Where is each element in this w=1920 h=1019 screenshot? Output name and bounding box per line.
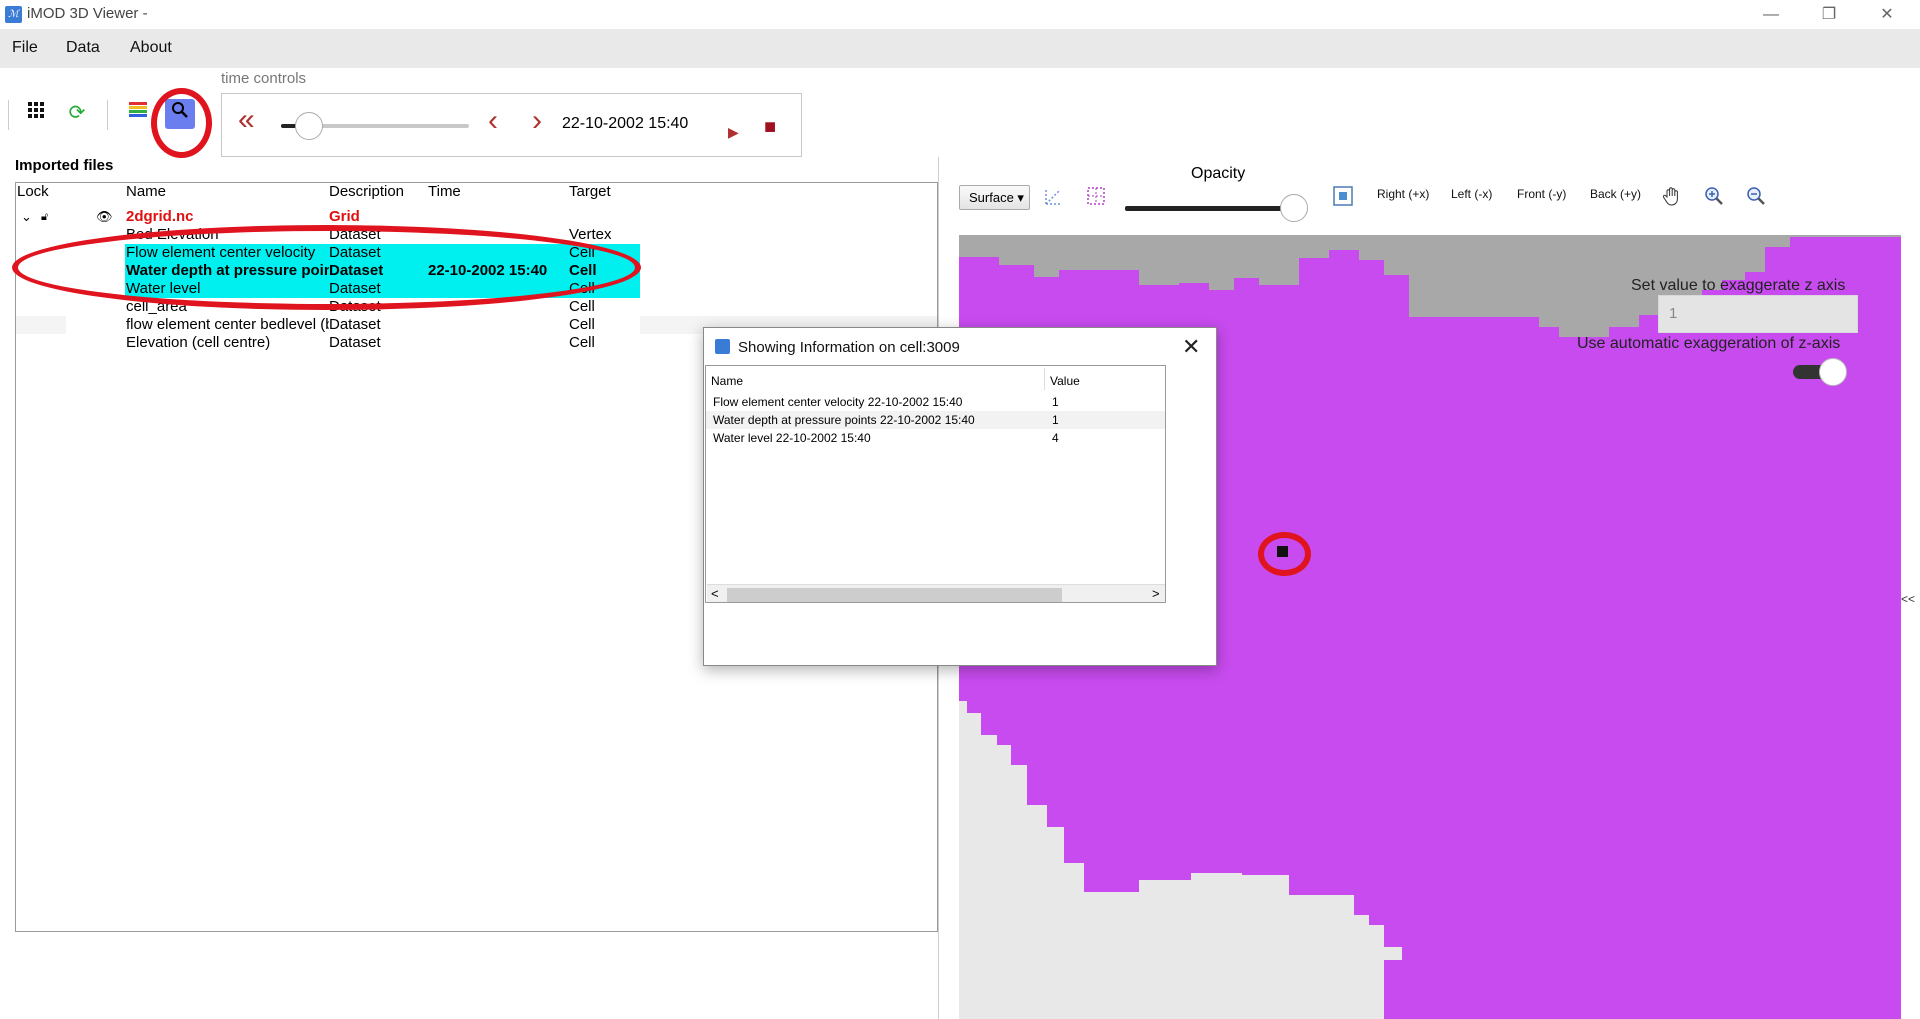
collapse-panel-button[interactable]: << — [1901, 592, 1915, 606]
scrollbar-thumb[interactable] — [727, 588, 1062, 602]
opacity-slider-handle[interactable] — [1280, 194, 1308, 222]
file-row-target: Cell — [569, 334, 595, 351]
time-controls-panel: « ‹ › 22-10-2002 15:40 ▶ ■ — [221, 93, 802, 157]
horizontal-scrollbar[interactable]: < > — [707, 584, 1165, 602]
title-bar: ℳ iMOD 3D Viewer - — ❐ ✕ — [0, 0, 1920, 29]
file-row-target: Cell — [569, 316, 595, 333]
window-title: iMOD 3D Viewer - — [27, 5, 148, 22]
z-exaggeration-input[interactable]: 1 — [1658, 295, 1858, 333]
info-row-name: Water level 22-10-2002 15:40 — [713, 431, 871, 445]
grid-icon[interactable] — [21, 98, 51, 128]
cell-info-dialog: Showing Information on cell:3009 ✕ Name … — [703, 327, 1217, 666]
current-time-display: 22-10-2002 15:40 — [562, 115, 689, 132]
surface-dropdown-label: Surface — [969, 190, 1014, 205]
fit-view-icon[interactable] — [1331, 184, 1355, 208]
close-button[interactable]: ✕ — [1858, 0, 1916, 29]
column-header-value[interactable]: Value — [1050, 374, 1080, 388]
menu-file[interactable]: File — [12, 39, 38, 57]
file-row-description: Dataset — [329, 334, 381, 351]
file-row-target: Cell — [569, 298, 595, 315]
toolbar-separator — [107, 100, 108, 130]
legend-icon[interactable] — [123, 98, 153, 128]
column-header-name[interactable]: Name — [711, 374, 743, 388]
opacity-label: Opacity — [1191, 165, 1246, 182]
bounding-box-icon[interactable] — [1084, 184, 1108, 208]
column-header-name[interactable]: Name — [126, 183, 166, 200]
zoom-out-icon[interactable] — [1744, 184, 1768, 208]
root-file-description: Grid — [329, 208, 360, 225]
annotation-ellipse-selection — [12, 225, 641, 310]
imported-files-label: Imported files — [15, 157, 114, 174]
pan-hand-icon[interactable] — [1660, 184, 1684, 208]
dialog-close-button[interactable]: ✕ — [1182, 334, 1200, 360]
minimize-button[interactable]: — — [1742, 0, 1800, 29]
file-row-name: flow element center bedlevel (bl) — [126, 316, 329, 333]
zoom-in-icon[interactable] — [1702, 184, 1726, 208]
root-file-name: 2dgrid.nc — [126, 208, 194, 225]
column-header-time[interactable]: Time — [428, 183, 461, 200]
set-z-exaggeration-label: Set value to exaggerate z axis — [1631, 277, 1846, 294]
play-button[interactable]: ▶ — [728, 119, 739, 145]
annotation-circle-cell — [1258, 532, 1311, 576]
column-header-lock[interactable]: Lock — [17, 183, 49, 200]
axes-icon[interactable] — [1042, 184, 1066, 208]
view-right-button[interactable]: Right (+x) — [1377, 187, 1429, 201]
tree-row-root[interactable]: ⌄ 🔓︎ 👁︎ 2dgrid.nc Grid — [16, 208, 937, 226]
toolbar-separator — [8, 100, 9, 130]
refresh-icon[interactable]: ⟳ — [62, 98, 92, 128]
info-row-name: Flow element center velocity 22-10-2002 … — [713, 395, 963, 409]
first-timestep-button[interactable]: « — [238, 105, 255, 135]
info-row-name: Water depth at pressure points 22-10-200… — [713, 413, 975, 427]
next-timestep-button[interactable]: › — [532, 106, 542, 136]
previous-timestep-button[interactable]: ‹ — [488, 106, 498, 136]
view-left-button[interactable]: Left (-x) — [1451, 187, 1492, 201]
stop-button[interactable]: ■ — [764, 114, 776, 140]
auto-z-toggle-knob[interactable] — [1819, 358, 1847, 386]
column-divider — [1044, 368, 1045, 390]
column-header-target[interactable]: Target — [569, 183, 611, 200]
app-logo-icon: ℳ — [5, 6, 22, 23]
annotation-circle-inspect — [151, 88, 212, 158]
info-row-value: 4 — [1052, 431, 1059, 445]
scroll-right-arrow[interactable]: > — [1152, 586, 1160, 601]
menu-bar: File Data About — [0, 29, 1920, 68]
opacity-slider-track[interactable] — [1125, 206, 1295, 211]
dialog-app-icon — [715, 339, 730, 354]
scroll-left-arrow[interactable]: < — [711, 586, 719, 601]
surface-dropdown[interactable]: Surface ▾ — [959, 185, 1030, 210]
time-slider-handle[interactable] — [294, 112, 323, 140]
column-header-description[interactable]: Description — [329, 183, 404, 200]
info-row[interactable]: Flow element center velocity 22-10-2002 … — [706, 393, 1165, 411]
expand-chevron-icon[interactable]: ⌄ — [21, 208, 32, 226]
menu-about[interactable]: About — [130, 39, 172, 57]
restore-button[interactable]: ❐ — [1800, 0, 1858, 29]
info-row-value: 1 — [1052, 413, 1059, 427]
file-row-description: Dataset — [329, 316, 381, 333]
time-controls-label: time controls — [221, 70, 307, 87]
info-row[interactable]: Water depth at pressure points 22-10-200… — [706, 411, 1165, 429]
info-row[interactable]: Water level 22-10-2002 15:40 4 — [706, 429, 1165, 447]
visibility-eye-icon[interactable]: 👁︎ — [96, 208, 113, 226]
menu-data[interactable]: Data — [66, 39, 100, 57]
info-row-value: 1 — [1052, 395, 1059, 409]
auto-z-exaggeration-label: Use automatic exaggeration of z-axis — [1577, 335, 1841, 352]
view-back-button[interactable]: Back (+y) — [1590, 187, 1641, 201]
file-row-name: Elevation (cell centre) — [126, 334, 271, 351]
row-stripe — [16, 316, 66, 334]
cell-info-table: Name Value Flow element center velocity … — [705, 365, 1166, 603]
view-front-button[interactable]: Front (-y) — [1517, 187, 1566, 201]
dialog-title: Showing Information on cell:3009 — [738, 339, 960, 356]
unlock-icon[interactable]: 🔓︎ — [41, 208, 48, 226]
